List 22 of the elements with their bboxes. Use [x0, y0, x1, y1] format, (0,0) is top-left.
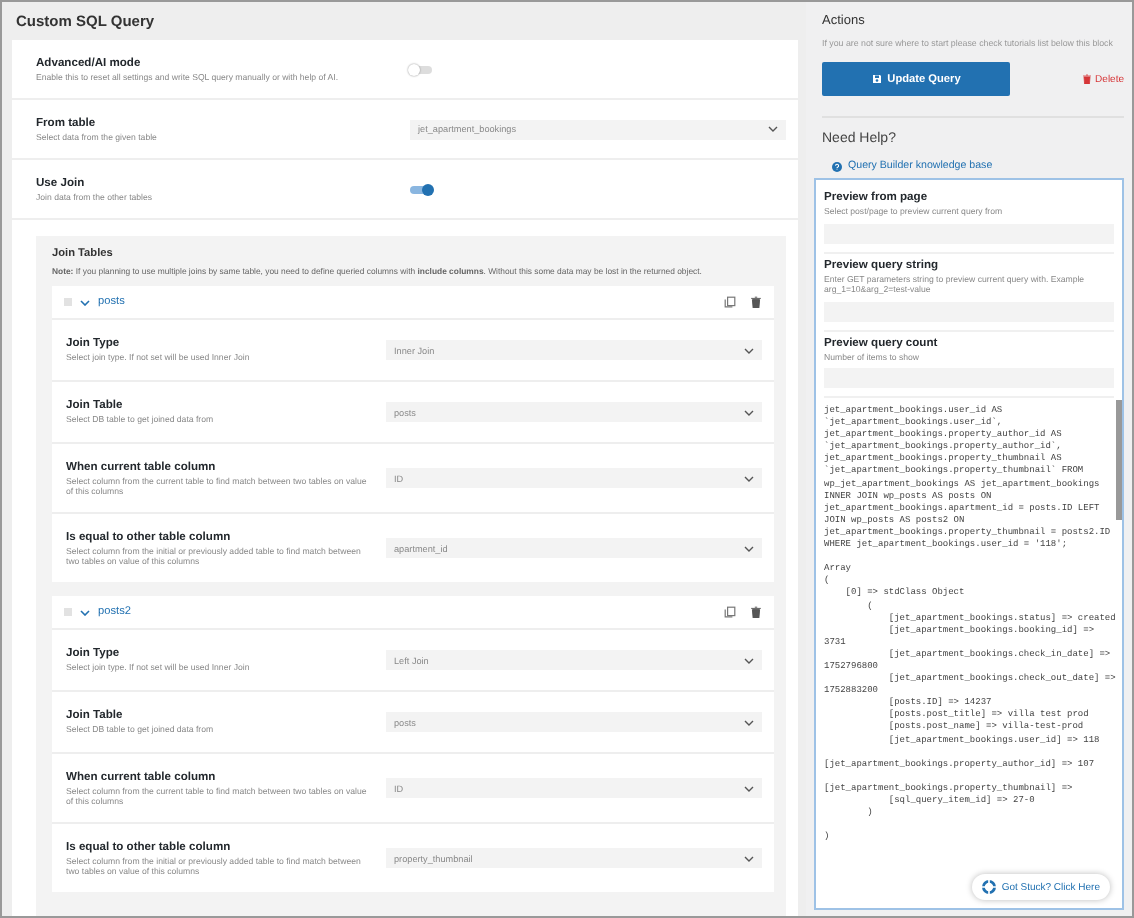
trash-icon[interactable] — [1081, 74, 1092, 84]
copy-icon[interactable] — [724, 296, 736, 308]
scrollbar[interactable] — [1116, 400, 1122, 520]
chevron-down-icon — [744, 719, 754, 725]
chevron-down-icon — [744, 347, 754, 353]
chevron-down-icon — [744, 475, 754, 481]
chevron-down-icon — [744, 785, 754, 791]
chevron-down-icon — [744, 545, 754, 551]
trash-icon[interactable] — [750, 606, 762, 618]
toggle-switch[interactable] — [410, 65, 432, 73]
trash-icon[interactable] — [750, 296, 762, 308]
help-icon — [832, 161, 842, 171]
save-icon — [871, 74, 882, 84]
chevron-icon[interactable] — [80, 299, 90, 305]
chevron-down-icon — [768, 126, 778, 132]
chevron-down-icon — [744, 855, 754, 861]
toggle-switch[interactable] — [410, 185, 432, 193]
lifebuoy-icon — [981, 880, 996, 894]
copy-icon[interactable] — [724, 606, 736, 618]
chevron-down-icon — [744, 409, 754, 415]
chevron-down-icon — [744, 657, 754, 663]
chevron-icon[interactable] — [80, 609, 90, 615]
